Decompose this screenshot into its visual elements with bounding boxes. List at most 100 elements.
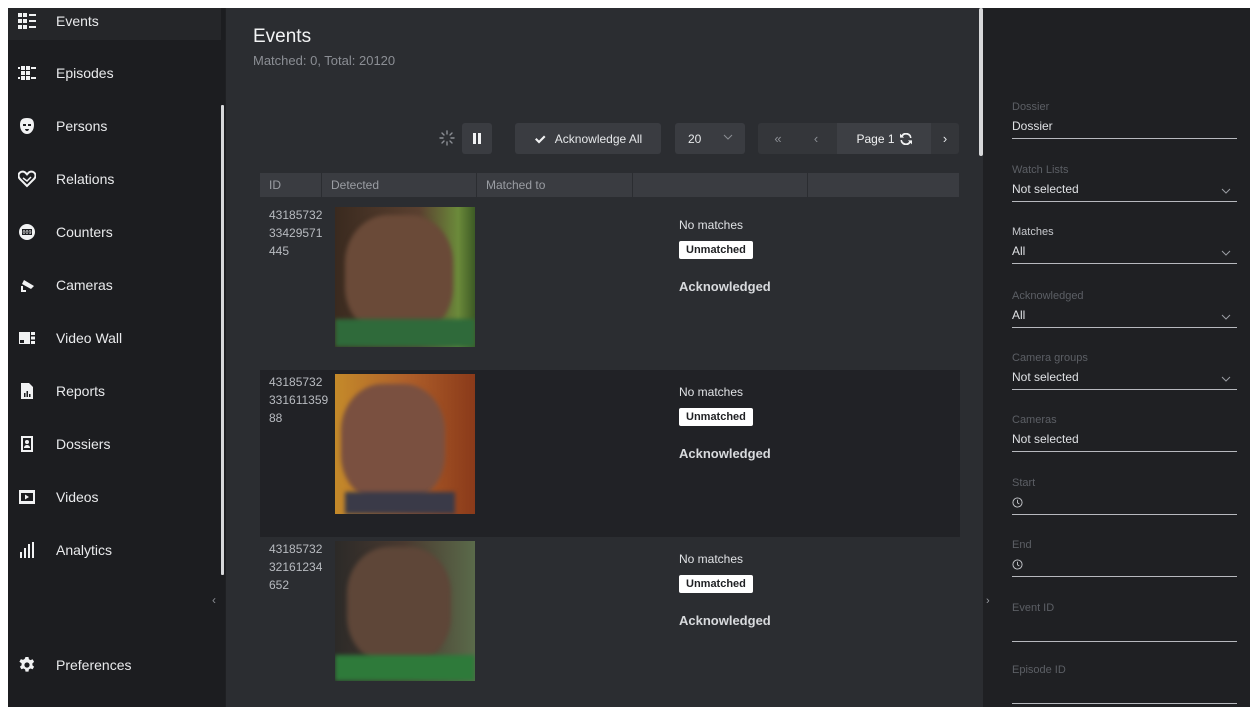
sidebar-item-label: Events bbox=[56, 12, 99, 29]
video-wall-icon bbox=[18, 329, 36, 347]
filters-panel: › Dossier Dossier Watch Lists Not select… bbox=[984, 8, 1250, 707]
episode-id-filter[interactable]: Episode ID bbox=[1012, 664, 1237, 704]
pause-button[interactable] bbox=[462, 123, 492, 154]
acknowledged-value: All bbox=[1012, 308, 1026, 322]
matches-value: All bbox=[1012, 244, 1026, 258]
filter-label: Start bbox=[1012, 477, 1036, 489]
sidebar-item-label: Episodes bbox=[56, 64, 114, 81]
dossier-input[interactable]: Dossier bbox=[1012, 119, 1237, 139]
start-filter[interactable]: Start bbox=[1012, 477, 1237, 515]
sidebar-item-dossiers[interactable]: Dossiers bbox=[8, 424, 221, 463]
sidebar-item-videos[interactable]: Videos bbox=[8, 477, 221, 516]
pause-icon bbox=[473, 133, 481, 144]
cameras-filter[interactable]: Cameras Not selected bbox=[1012, 414, 1237, 452]
detected-face-thumbnail[interactable] bbox=[335, 541, 475, 681]
clock-icon bbox=[1012, 559, 1023, 570]
table-row[interactable]: 4318573233161135988 No matches Unmatched… bbox=[260, 370, 960, 537]
event-id-filter[interactable]: Event ID bbox=[1012, 602, 1237, 642]
sidebar-item-label: Videos bbox=[56, 488, 99, 505]
sidebar-item-label: Reports bbox=[56, 382, 106, 399]
match-status-text: No matches bbox=[679, 218, 744, 232]
camera-groups-select[interactable]: Not selected bbox=[1012, 370, 1237, 390]
next-page-button[interactable]: › bbox=[931, 123, 959, 154]
event-id: 4318573233161135988 bbox=[269, 375, 329, 425]
watch-lists-value: Not selected bbox=[1012, 182, 1079, 196]
camera-groups-filter[interactable]: Camera groups Not selected bbox=[1012, 352, 1237, 390]
dossier-filter[interactable]: Dossier Dossier bbox=[1012, 101, 1237, 139]
videos-icon bbox=[18, 488, 36, 506]
episode-id-input[interactable] bbox=[1012, 684, 1237, 704]
filter-label: Acknowledged bbox=[1012, 290, 1084, 302]
sidebar-item-label: Preferences bbox=[56, 656, 132, 673]
sidebar-item-relations[interactable]: Relations bbox=[8, 159, 221, 198]
page-label: Page 1 bbox=[856, 131, 895, 146]
page-size-select[interactable]: 20 bbox=[675, 123, 745, 154]
sidebar-item-video-wall[interactable]: Video Wall bbox=[8, 318, 221, 357]
acknowledged-select[interactable]: All bbox=[1012, 308, 1237, 328]
sidebar-scrollbar[interactable] bbox=[221, 105, 224, 575]
event-id-input[interactable] bbox=[1012, 622, 1237, 642]
watch-lists-filter[interactable]: Watch Lists Not selected bbox=[1012, 164, 1237, 202]
filter-label: Dossier bbox=[1012, 101, 1050, 113]
acknowledged-status: Acknowledged bbox=[679, 279, 771, 294]
sidebar-item-episodes[interactable]: Episodes bbox=[8, 53, 221, 92]
sidebar-item-cameras[interactable]: Cameras bbox=[8, 265, 221, 304]
gear-icon bbox=[18, 656, 36, 674]
sidebar-item-events[interactable]: Events bbox=[8, 8, 221, 40]
column-header-detected: Detected bbox=[322, 173, 477, 197]
event-id: 4318573233429571445 bbox=[269, 208, 323, 258]
acknowledge-all-button[interactable]: Acknowledge All bbox=[515, 123, 661, 154]
unmatched-badge: Unmatched bbox=[679, 241, 753, 259]
event-id: 4318573232161234652 bbox=[269, 542, 323, 592]
first-page-button[interactable]: « bbox=[758, 123, 798, 154]
page-size-value: 20 bbox=[688, 131, 702, 146]
end-filter[interactable]: End bbox=[1012, 539, 1237, 577]
chevron-down-icon bbox=[1221, 250, 1231, 256]
table-row[interactable]: 4318573233429571445 No matches Unmatched… bbox=[260, 203, 960, 370]
unmatched-badge: Unmatched bbox=[679, 408, 753, 426]
pagination: « ‹ Page 1 › bbox=[758, 123, 959, 154]
main-scrollbar[interactable] bbox=[979, 8, 983, 156]
counters-icon: 009 bbox=[18, 223, 36, 241]
table-row[interactable]: 4318573232161234652 No matches Unmatched… bbox=[260, 537, 960, 704]
sidebar-item-counters[interactable]: 009 Counters bbox=[8, 212, 221, 251]
filter-label: Watch Lists bbox=[1012, 164, 1069, 176]
sidebar-item-label: Dossiers bbox=[56, 435, 111, 452]
end-datetime-input[interactable] bbox=[1012, 557, 1237, 577]
match-status-text: No matches bbox=[679, 385, 744, 399]
sidebar-item-label: Cameras bbox=[56, 276, 113, 293]
relations-icon bbox=[18, 170, 36, 188]
sidebar-item-analytics[interactable]: Analytics bbox=[8, 530, 221, 569]
sidebar-item-preferences[interactable]: Preferences bbox=[8, 645, 221, 684]
sidebar-item-reports[interactable]: Reports bbox=[8, 371, 221, 410]
detected-face-thumbnail[interactable] bbox=[335, 207, 475, 347]
detected-face-thumbnail[interactable] bbox=[335, 374, 475, 514]
events-icon bbox=[18, 12, 36, 30]
column-header-id: ID bbox=[260, 173, 322, 197]
sidebar-item-label: Relations bbox=[56, 170, 115, 187]
expand-filters-button[interactable]: › bbox=[986, 595, 990, 607]
previous-page-button[interactable]: ‹ bbox=[798, 123, 834, 154]
table-header: ID Detected Matched to bbox=[260, 173, 960, 197]
sidebar-item-persons[interactable]: Persons bbox=[8, 106, 221, 145]
acknowledged-status: Acknowledged bbox=[679, 446, 771, 461]
match-status-text: No matches bbox=[679, 552, 744, 566]
filter-label: Matches bbox=[1012, 226, 1054, 238]
column-header-status bbox=[633, 173, 808, 197]
collapse-sidebar-button[interactable]: ‹ bbox=[212, 593, 216, 607]
acknowledged-filter[interactable]: Acknowledged All bbox=[1012, 290, 1237, 328]
matches-filter[interactable]: Matches All bbox=[1012, 226, 1237, 264]
sidebar-item-label: Counters bbox=[56, 223, 113, 240]
current-page-refresh-button[interactable]: Page 1 bbox=[837, 123, 931, 154]
events-summary: Matched: 0, Total: 20120 bbox=[253, 53, 396, 68]
matches-select[interactable]: All bbox=[1012, 244, 1237, 264]
analytics-icon bbox=[18, 541, 36, 559]
page-title: Events bbox=[253, 26, 312, 47]
cameras-select[interactable]: Not selected bbox=[1012, 432, 1237, 452]
chevron-down-icon bbox=[723, 134, 733, 140]
clock-icon bbox=[1012, 497, 1023, 508]
app-window: Events Episodes Persons Relations 009 Co… bbox=[8, 8, 1250, 707]
watch-lists-select[interactable]: Not selected bbox=[1012, 182, 1237, 202]
reports-icon bbox=[18, 382, 36, 400]
start-datetime-input[interactable] bbox=[1012, 495, 1237, 515]
